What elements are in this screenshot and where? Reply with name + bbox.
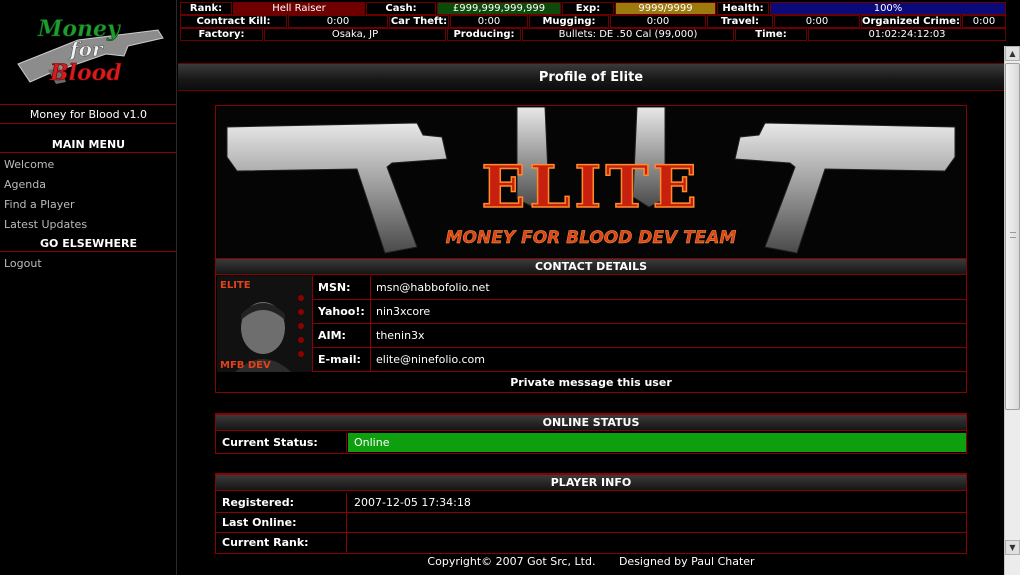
avatar-image: ELITE MFB DEV bbox=[217, 276, 312, 372]
exp-bar: 9999/9999 bbox=[615, 2, 716, 15]
contact-row-aim: AIM: thenin3x bbox=[313, 324, 966, 348]
site-logo[interactable]: Money for Blood bbox=[8, 12, 168, 87]
organized-crime-timer: 0:00 bbox=[962, 15, 1006, 28]
stats-row-1: Rank: Hell Raiser Cash: £999,999,999,999… bbox=[180, 2, 1020, 15]
stats-row-3: Factory: Osaka, JP Producing: Bullets: D… bbox=[180, 28, 1020, 41]
mugging-timer: 0:00 bbox=[610, 15, 706, 28]
stats-row-2: Contract Kill: 0:00 Car Theft: 0:00 Mugg… bbox=[180, 15, 1020, 28]
contact-row-yahoo: Yahoo!: nin3xcore bbox=[313, 300, 966, 324]
mugging-label: Mugging: bbox=[529, 15, 609, 28]
version-label: Money for Blood v1.0 bbox=[0, 104, 177, 124]
producing-label: Producing: bbox=[447, 28, 521, 41]
banner-image: ELITE MONEY FOR BLOOD DEV TEAM bbox=[217, 107, 965, 257]
avatar: ELITE MFB DEV bbox=[217, 276, 313, 372]
player-info-heading: PLAYER INFO bbox=[216, 474, 966, 491]
svg-text:Blood: Blood bbox=[49, 60, 122, 86]
producing-value: Bullets: DE .50 Cal (99,000) bbox=[522, 28, 734, 41]
stats-bar: Rank: Hell Raiser Cash: £999,999,999,999… bbox=[180, 2, 1020, 41]
svg-text:MFB DEV: MFB DEV bbox=[220, 360, 271, 371]
current-rank-label: Current Rank: bbox=[216, 533, 347, 552]
exp-label: Exp: bbox=[562, 2, 614, 15]
profile-panel: ELITE MONEY FOR BLOOD DEV TEAM CONTACT D… bbox=[215, 105, 967, 393]
organized-crime-label: Organized Crime: bbox=[861, 15, 961, 28]
player-info-row-registered: Registered: 2007-12-05 17:34:18 bbox=[216, 493, 966, 513]
copyright-text: Copyright© 2007 Got Src, Ltd. bbox=[427, 555, 596, 568]
time-label: Time: bbox=[735, 28, 807, 41]
menu-link-agenda[interactable]: Agenda bbox=[4, 178, 46, 192]
current-status-label: Current Status: bbox=[216, 433, 347, 452]
time-value: 01:02:24:12:03 bbox=[808, 28, 1006, 41]
registered-value: 2007-12-05 17:34:18 bbox=[354, 496, 471, 509]
scroll-up-arrow-icon[interactable]: ▲ bbox=[1005, 46, 1020, 61]
player-info-row-current-rank: Current Rank: bbox=[216, 533, 966, 553]
svg-text:for: for bbox=[68, 37, 104, 61]
designer-credit: Designed by Paul Chater bbox=[618, 555, 755, 568]
factory-label: Factory: bbox=[180, 28, 263, 41]
sidebar: Money for Blood Money for Blood v1.0 MAI… bbox=[0, 0, 177, 575]
aim-label: AIM: bbox=[313, 324, 371, 347]
svg-text:MONEY FOR BLOOD DEV TEAM: MONEY FOR BLOOD DEV TEAM bbox=[446, 228, 737, 248]
contract-kill-timer: 0:00 bbox=[288, 15, 388, 28]
menu-link-logout[interactable]: Logout bbox=[4, 257, 42, 271]
main-content: Profile of Elite ELITE MONEY FOR BLOOD D… bbox=[178, 44, 1004, 575]
aim-value: thenin3x bbox=[376, 329, 425, 342]
yahoo-label: Yahoo!: bbox=[313, 300, 371, 323]
scroll-down-arrow-icon[interactable]: ▼ bbox=[1005, 540, 1020, 555]
travel-label: Travel: bbox=[707, 15, 773, 28]
player-info-panel: PLAYER INFO Registered: 2007-12-05 17:34… bbox=[215, 473, 967, 554]
rank-label: Rank: bbox=[180, 2, 232, 15]
yahoo-value: nin3xcore bbox=[376, 305, 431, 318]
vertical-scrollbar[interactable]: ▲ ▼ bbox=[1004, 46, 1020, 575]
cash-value: £999,999,999,999 bbox=[437, 2, 561, 15]
main-menu-heading: MAIN MENU bbox=[0, 136, 177, 153]
player-info-row-last-online: Last Online: bbox=[216, 513, 966, 533]
last-online-label: Last Online: bbox=[216, 513, 347, 532]
footer: Copyright© 2007 Got Src, Ltd. Designed b… bbox=[178, 555, 1004, 568]
online-status-heading: ONLINE STATUS bbox=[216, 414, 966, 431]
msn-value: msn@habbofolio.net bbox=[376, 281, 490, 294]
menu-link-find-player[interactable]: Find a Player bbox=[4, 198, 75, 212]
go-elsewhere-heading: GO ELSEWHERE bbox=[0, 235, 177, 252]
email-label: E-mail: bbox=[313, 348, 371, 371]
page-title: Profile of Elite bbox=[178, 63, 1004, 91]
menu-link-latest-updates[interactable]: Latest Updates bbox=[4, 218, 87, 232]
private-message-link[interactable]: Private message this user bbox=[216, 374, 966, 392]
status-row: Current Status: Online bbox=[216, 433, 966, 453]
last-online-value bbox=[348, 513, 966, 532]
car-theft-timer: 0:00 bbox=[450, 15, 528, 28]
cash-label: Cash: bbox=[366, 2, 436, 15]
rank-value: Hell Raiser bbox=[233, 2, 365, 15]
car-theft-label: Car Theft: bbox=[389, 15, 449, 28]
email-value: elite@ninefolio.com bbox=[376, 353, 485, 366]
svg-text:ELITE: ELITE bbox=[481, 153, 701, 221]
scroll-thumb[interactable] bbox=[1005, 63, 1020, 410]
svg-text:ELITE: ELITE bbox=[220, 280, 251, 291]
health-label: Health: bbox=[717, 2, 769, 15]
grip-icon bbox=[1010, 232, 1016, 238]
contact-row-email: E-mail: elite@ninefolio.com bbox=[313, 348, 966, 372]
registered-label: Registered: bbox=[216, 493, 347, 512]
current-rank-value bbox=[348, 533, 966, 552]
contact-details-heading: CONTACT DETAILS bbox=[216, 258, 966, 275]
menu-link-welcome[interactable]: Welcome bbox=[4, 158, 54, 172]
contract-kill-label: Contract Kill: bbox=[180, 15, 287, 28]
current-status-value: Online bbox=[348, 433, 966, 452]
contact-row-msn: MSN: msn@habbofolio.net bbox=[313, 276, 966, 300]
profile-banner: ELITE MONEY FOR BLOOD DEV TEAM bbox=[217, 107, 965, 257]
msn-label: MSN: bbox=[313, 276, 371, 299]
online-status-panel: ONLINE STATUS Current Status: Online bbox=[215, 413, 967, 454]
health-bar: 100% bbox=[770, 2, 1006, 15]
travel-timer: 0:00 bbox=[774, 15, 860, 28]
factory-value: Osaka, JP bbox=[264, 28, 446, 41]
